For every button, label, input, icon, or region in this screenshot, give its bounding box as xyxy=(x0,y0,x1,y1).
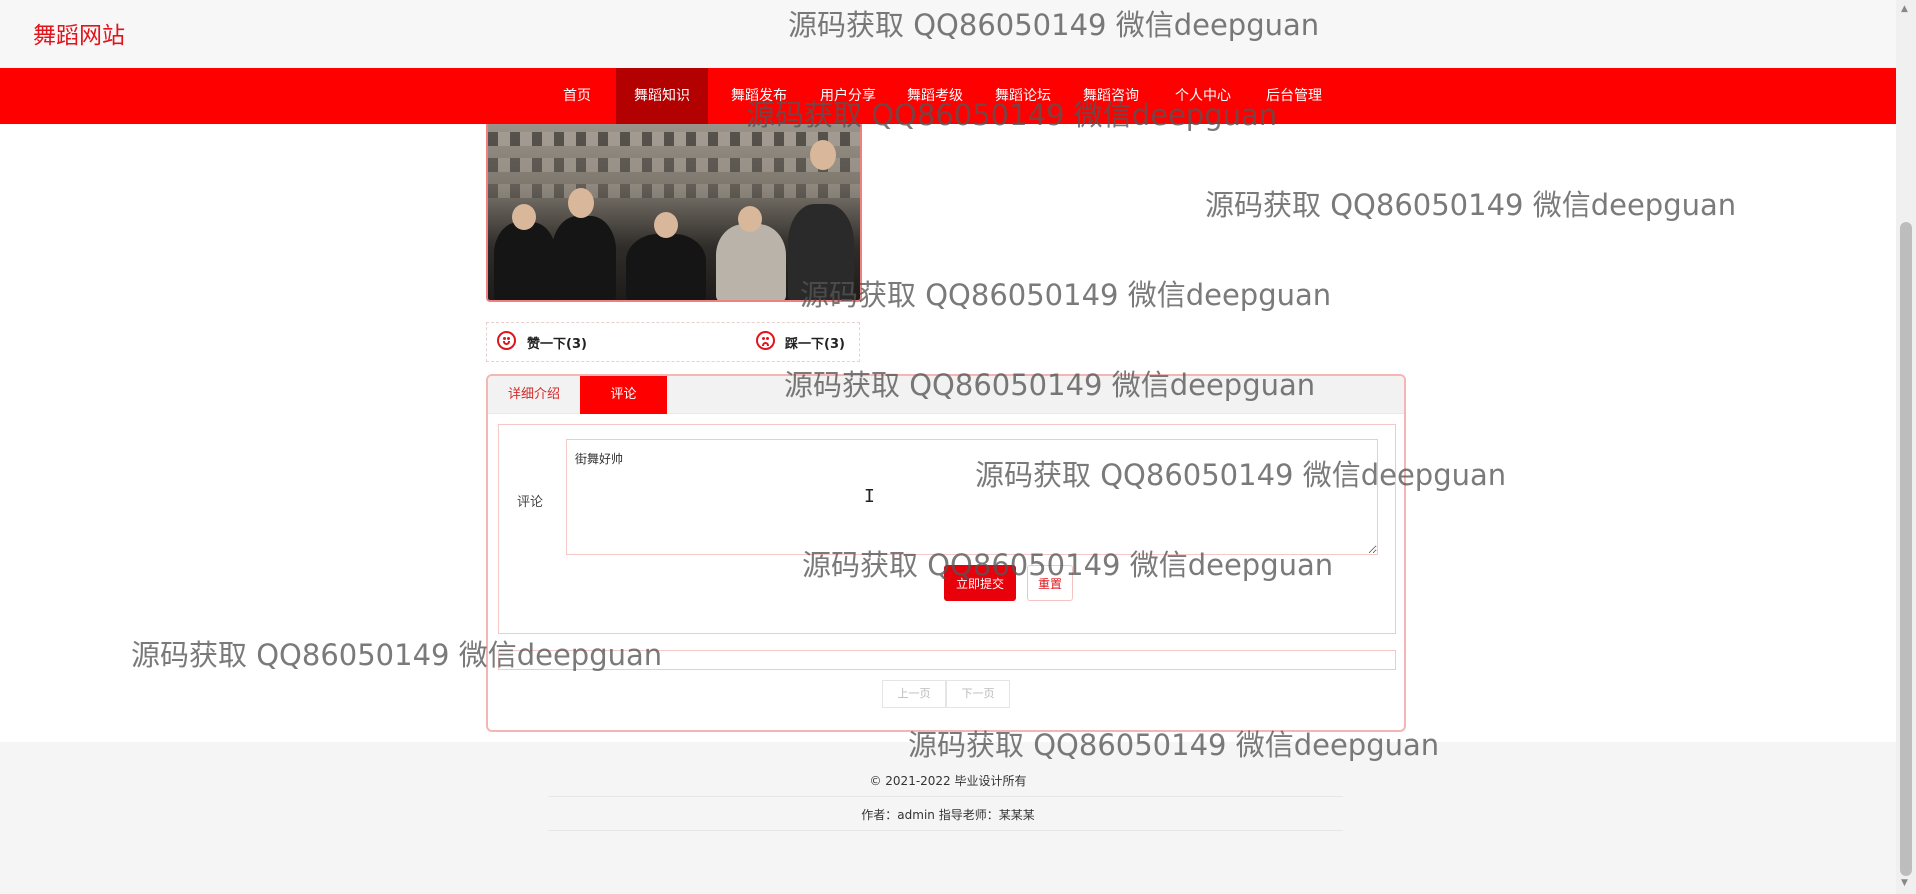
main-nav: 首页 舞蹈知识 舞蹈发布 用户分享 舞蹈考级 舞蹈论坛 舞蹈咨询 个人中心 后台… xyxy=(0,68,1896,124)
smile-icon[interactable] xyxy=(497,331,516,350)
dance-cover-image xyxy=(486,124,862,302)
footer: © 2021-2022 毕业设计所有 作者：admin 指导老师：某某某 xyxy=(0,742,1896,894)
comment-label: 评论 xyxy=(517,495,544,510)
detail-panel: 详细介绍 评论 评论 街舞好帅 立即提交 重置 上一页 下一页 xyxy=(486,374,1406,732)
scroll-thumb[interactable] xyxy=(1900,222,1912,876)
nav-item-dance-publish[interactable]: 舞蹈发布 xyxy=(731,68,787,124)
footer-copyright: © 2021-2022 毕业设计所有 xyxy=(869,774,1027,788)
nav-item-dance-forum[interactable]: 舞蹈论坛 xyxy=(995,68,1051,124)
site-title[interactable]: 舞蹈网站 xyxy=(33,16,125,50)
watermark: 源码获取 QQ86050149 微信deepguan xyxy=(1205,188,1737,222)
tab-comment[interactable]: 评论 xyxy=(580,376,667,414)
nav-item-dance-grading[interactable]: 舞蹈考级 xyxy=(907,68,963,124)
tab-detail[interactable]: 详细介绍 xyxy=(488,376,580,414)
page-scrollbar[interactable]: ▲ ▼ xyxy=(1896,0,1916,894)
nav-item-personal-center[interactable]: 个人中心 xyxy=(1175,68,1231,124)
nav-item-admin[interactable]: 后台管理 xyxy=(1266,68,1322,124)
dislike-button[interactable]: 踩一下(3) xyxy=(785,333,845,352)
comment-list xyxy=(498,650,1396,670)
pagination: 上一页 下一页 xyxy=(882,680,1010,708)
nav-item-dance-knowledge[interactable]: 舞蹈知识 xyxy=(616,68,708,124)
text-cursor-icon: I xyxy=(864,486,875,507)
footer-divider xyxy=(548,830,1343,831)
frown-icon[interactable] xyxy=(756,331,775,350)
like-button[interactable]: 赞一下(3) xyxy=(527,333,587,352)
scroll-down-arrow-icon[interactable]: ▼ xyxy=(1901,878,1908,888)
vote-bar: 赞一下(3) 踩一下(3) xyxy=(486,322,860,362)
comment-form: 评论 街舞好帅 立即提交 重置 xyxy=(498,424,1396,634)
next-page-button[interactable]: 下一页 xyxy=(946,680,1010,708)
footer-author: 作者：admin 指导老师：某某某 xyxy=(861,808,1035,822)
footer-divider xyxy=(548,796,1343,797)
nav-item-dance-consult[interactable]: 舞蹈咨询 xyxy=(1083,68,1139,124)
tab-bar: 详细介绍 评论 xyxy=(488,376,1404,414)
comment-textarea[interactable]: 街舞好帅 xyxy=(566,439,1378,555)
scroll-up-arrow-icon[interactable]: ▲ xyxy=(1901,4,1908,14)
nav-item-user-share[interactable]: 用户分享 xyxy=(820,68,876,124)
watermark: 源码获取 QQ86050149 微信deepguan xyxy=(800,278,1332,312)
nav-item-home[interactable]: 首页 xyxy=(563,68,591,124)
prev-page-button[interactable]: 上一页 xyxy=(882,680,946,708)
header-bar: 舞蹈网站 xyxy=(0,0,1896,68)
submit-button[interactable]: 立即提交 xyxy=(944,565,1016,601)
reset-button[interactable]: 重置 xyxy=(1027,565,1073,601)
